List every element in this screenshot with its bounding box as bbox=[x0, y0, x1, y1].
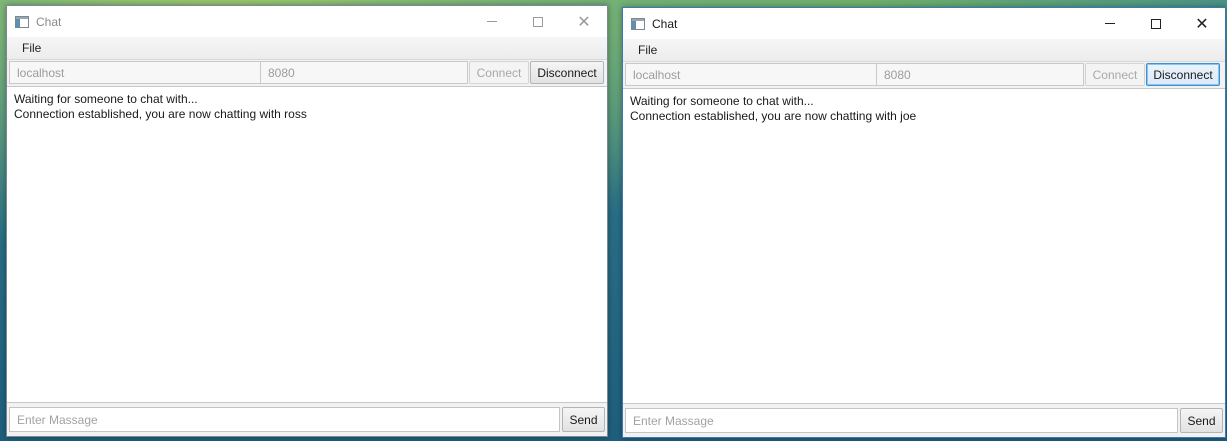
close-button[interactable]: ✕ bbox=[1179, 8, 1225, 39]
send-button[interactable]: Send bbox=[1180, 408, 1223, 433]
close-button[interactable]: ✕ bbox=[561, 6, 607, 37]
caption-buttons: ✕ bbox=[469, 6, 607, 37]
disconnect-button[interactable]: Disconnect bbox=[1146, 63, 1220, 86]
chat-message: Connection established, you are now chat… bbox=[630, 109, 917, 123]
connect-button[interactable]: Connect bbox=[1085, 63, 1145, 86]
message-input[interactable] bbox=[9, 407, 560, 432]
chat-message: Connection established, you are now chat… bbox=[14, 107, 307, 121]
maximize-button[interactable] bbox=[1133, 8, 1179, 39]
disconnect-button[interactable]: Disconnect bbox=[530, 61, 604, 84]
chat-log[interactable]: Waiting for someone to chat with... Conn… bbox=[7, 87, 607, 402]
chat-window-left: Chat ✕ File Connect Disconnect Waiting f… bbox=[6, 5, 608, 437]
minimize-icon bbox=[1105, 23, 1115, 24]
app-window-icon bbox=[631, 17, 645, 30]
send-bar: Send bbox=[623, 403, 1225, 437]
maximize-button[interactable] bbox=[515, 6, 561, 37]
minimize-button[interactable] bbox=[1087, 8, 1133, 39]
chat-window-right: Chat ✕ File Connect Disconnect Waiting f… bbox=[622, 7, 1226, 438]
chat-log[interactable]: Waiting for someone to chat with... Conn… bbox=[623, 89, 1225, 403]
connection-bar: Connect Disconnect bbox=[623, 62, 1225, 89]
connect-button[interactable]: Connect bbox=[469, 61, 529, 84]
close-icon: ✕ bbox=[577, 11, 591, 31]
menu-bar: File bbox=[7, 37, 607, 60]
maximize-icon bbox=[1151, 18, 1161, 29]
port-field[interactable] bbox=[876, 63, 1084, 86]
title-bar[interactable]: Chat ✕ bbox=[7, 6, 607, 37]
host-field[interactable] bbox=[9, 61, 261, 84]
maximize-icon bbox=[533, 16, 543, 27]
port-field[interactable] bbox=[260, 61, 468, 84]
send-bar: Send bbox=[7, 402, 607, 436]
caption-buttons: ✕ bbox=[1087, 8, 1225, 39]
message-input[interactable] bbox=[625, 408, 1178, 433]
chat-message: Waiting for someone to chat with... bbox=[14, 92, 198, 106]
app-window-icon bbox=[15, 15, 29, 28]
host-field[interactable] bbox=[625, 63, 877, 86]
menu-bar: File bbox=[623, 39, 1225, 62]
chat-message: Waiting for someone to chat with... bbox=[630, 94, 814, 108]
window-title: Chat bbox=[652, 16, 678, 31]
minimize-icon bbox=[487, 21, 497, 22]
title-bar[interactable]: Chat ✕ bbox=[623, 8, 1225, 39]
close-icon: ✕ bbox=[1195, 13, 1209, 33]
menu-file[interactable]: File bbox=[623, 43, 666, 57]
window-title: Chat bbox=[36, 14, 62, 29]
menu-file[interactable]: File bbox=[7, 41, 50, 55]
minimize-button[interactable] bbox=[469, 6, 515, 37]
connection-bar: Connect Disconnect bbox=[7, 60, 607, 87]
send-button[interactable]: Send bbox=[562, 407, 605, 432]
